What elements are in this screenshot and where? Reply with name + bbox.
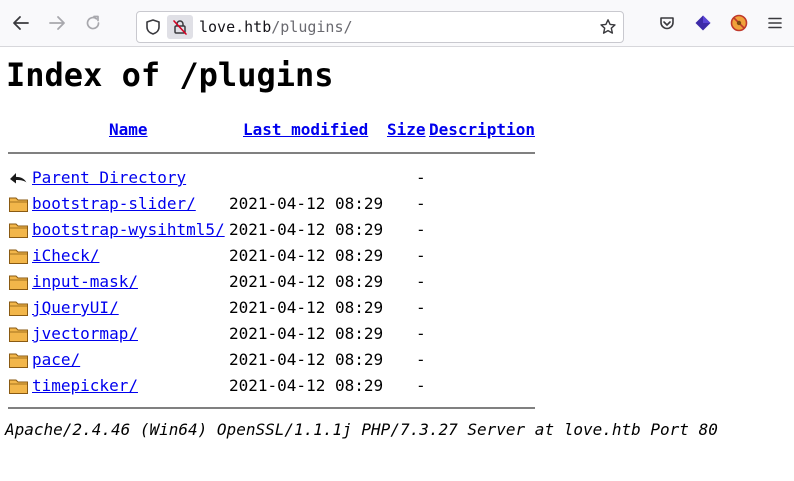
hamburger-menu-icon[interactable] [763,11,787,35]
entry-last-modified: 2021-04-12 08:29 [229,298,384,317]
entry-last-modified: 2021-04-12 08:29 [229,246,384,265]
entry-size: - [416,220,426,239]
folder-icon [8,324,29,344]
entry-size: - [416,376,426,395]
entry-name-link[interactable]: jQueryUI/ [32,298,119,318]
server-signature: Apache/2.4.46 (Win64) OpenSSL/1.1.1j PHP… [5,420,718,439]
url-path: /plugins/ [271,18,353,36]
table-row: iCheck/2021-04-12 08:29 - [0,246,560,272]
folder-icon [8,220,29,240]
extension-diamond-icon[interactable] [691,11,715,35]
column-header-size[interactable]: Size [387,120,426,140]
entry-name-link[interactable]: bootstrap-wysihtml5/ [32,220,225,240]
parent-directory-row: Parent Directory - [0,168,560,194]
entry-size: - [416,246,426,265]
back-arrow-icon[interactable] [9,11,33,35]
url-text[interactable]: love.htb/plugins/ [199,18,353,36]
parent-directory-link[interactable]: Parent Directory [32,168,186,188]
parent-directory-size: - [416,168,426,187]
folder-icon [8,272,29,292]
entry-name-link[interactable]: input-mask/ [32,272,138,292]
entry-size: - [416,272,426,291]
header-divider [8,152,535,154]
entry-name-link[interactable]: timepicker/ [32,376,138,396]
footer-divider [8,407,535,409]
entry-name-link[interactable]: iCheck/ [32,246,99,266]
column-header-name[interactable]: Name [109,120,148,140]
entry-name-link[interactable]: pace/ [32,350,80,370]
table-row: bootstrap-wysihtml5/2021-04-12 08:29 - [0,220,560,246]
entry-size: - [416,298,426,317]
entry-last-modified: 2021-04-12 08:29 [229,324,384,343]
entry-size: - [416,350,426,369]
folder-icon [8,350,29,370]
insecure-lock-icon[interactable] [167,15,193,39]
entry-size: - [416,194,426,213]
entry-last-modified: 2021-04-12 08:29 [229,272,384,291]
table-row: bootstrap-slider/2021-04-12 08:29 - [0,194,560,220]
column-header-last-modified[interactable]: Last modified [243,120,368,140]
column-header-description[interactable]: Description [429,120,535,140]
tracking-shield-icon[interactable] [144,18,162,36]
reload-icon[interactable] [81,11,105,35]
pocket-icon[interactable] [655,11,679,35]
browser-window: love.htb/plugins/ Index of /plugins Name… [0,0,794,481]
table-row: pace/2021-04-12 08:29 - [0,350,560,376]
entry-name-link[interactable]: bootstrap-slider/ [32,194,196,214]
table-row: jQueryUI/2021-04-12 08:29 - [0,298,560,324]
table-row: input-mask/2021-04-12 08:29 - [0,272,560,298]
url-host: love.htb [199,18,272,36]
entry-last-modified: 2021-04-12 08:29 [229,220,384,239]
folder-icon [8,246,29,266]
entry-name-link[interactable]: jvectormap/ [32,324,138,344]
bookmark-star-icon[interactable] [599,18,617,36]
page-title: Index of /plugins [6,56,334,94]
address-bar[interactable]: love.htb/plugins/ [136,11,624,43]
parent-directory-icon [8,168,29,188]
entry-last-modified: 2021-04-12 08:29 [229,194,384,213]
entry-last-modified: 2021-04-12 08:29 [229,376,384,395]
folder-icon [8,298,29,318]
entry-size: - [416,324,426,343]
forward-arrow-icon[interactable] [45,11,69,35]
table-row: jvectormap/2021-04-12 08:29 - [0,324,560,350]
entry-last-modified: 2021-04-12 08:29 [229,350,384,369]
folder-icon [8,194,29,214]
table-row: timepicker/2021-04-12 08:29 - [0,376,560,402]
extension-blocker-icon[interactable] [727,11,751,35]
page-content: Index of /plugins Name Last modified Siz… [0,48,794,481]
folder-icon [8,376,29,396]
browser-toolbar: love.htb/plugins/ [0,0,794,47]
